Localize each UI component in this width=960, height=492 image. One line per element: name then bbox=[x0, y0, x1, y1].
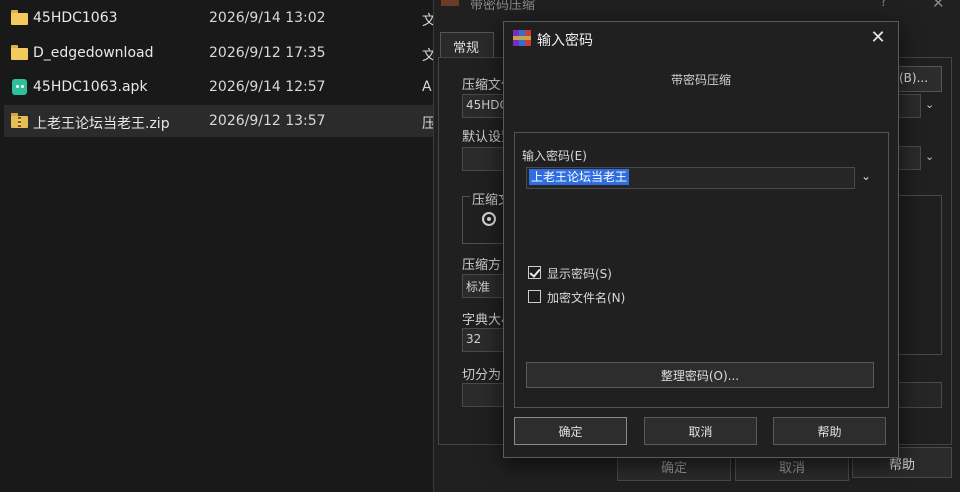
archive-ok-label: 确定 bbox=[660, 461, 687, 476]
archive-name-combo-tail[interactable] bbox=[897, 94, 921, 118]
chevron-down-icon[interactable]: ⌄ bbox=[858, 169, 874, 187]
split-label: 切分为 bbox=[462, 368, 502, 383]
apk-icon bbox=[11, 79, 28, 95]
options-listbox[interactable] bbox=[897, 195, 942, 355]
password-field-label: 输入密码(E) bbox=[522, 149, 587, 163]
help-icon[interactable]: ? bbox=[880, 0, 887, 10]
organize-passwords-label: 整理密码(O)... bbox=[660, 369, 740, 383]
file-name: D_edgedownload bbox=[33, 45, 154, 61]
file-date: 2026/9/14 12:57 bbox=[209, 79, 326, 95]
file-row[interactable]: D_edgedownload 2026/9/12 17:35 文 bbox=[4, 37, 440, 69]
ok-button-label: 确定 bbox=[558, 425, 583, 439]
cancel-button[interactable]: 取消 bbox=[644, 417, 757, 445]
archive-cancel-label: 取消 bbox=[778, 461, 805, 476]
method-select[interactable]: 标准 bbox=[462, 274, 508, 298]
folder-icon bbox=[11, 45, 28, 61]
file-name: 45HDC1063 bbox=[33, 10, 118, 26]
file-row[interactable]: 45HDC1063.apk 2026/9/14 12:57 A bbox=[4, 71, 440, 103]
cancel-button-label: 取消 bbox=[688, 425, 713, 439]
method-value: 标准 bbox=[466, 280, 491, 294]
file-row-selected[interactable]: 上老王论坛当老王.zip 2026/9/12 13:57 压 bbox=[4, 105, 440, 137]
file-date: 2026/9/14 13:02 bbox=[209, 10, 326, 26]
archive-dialog-title: 带密码压缩 bbox=[470, 0, 536, 13]
file-name: 上老王论坛当老王.zip bbox=[33, 116, 170, 132]
split-input[interactable] bbox=[462, 383, 508, 407]
encrypt-filenames-checkbox[interactable] bbox=[528, 290, 541, 303]
winrar-logo-icon bbox=[441, 0, 459, 6]
format-radio[interactable] bbox=[482, 212, 496, 226]
password-dialog-titlebar[interactable]: 输入密码 ✕ bbox=[504, 22, 898, 54]
show-password-checkbox[interactable] bbox=[528, 266, 541, 279]
file-list: 45HDC1063 2026/9/14 13:02 文 D_edgedownlo… bbox=[0, 0, 440, 492]
update-mode-select[interactable] bbox=[897, 146, 921, 170]
tab-general[interactable]: 常规 bbox=[440, 32, 494, 59]
options-button[interactable] bbox=[897, 382, 942, 408]
file-row[interactable]: 45HDC1063 2026/9/14 13:02 文 bbox=[4, 2, 440, 34]
close-icon[interactable]: ✕ bbox=[864, 25, 892, 51]
password-dialog-subtitle: 带密码压缩 bbox=[670, 73, 731, 87]
show-password-label[interactable]: 显示密码(S) bbox=[547, 265, 612, 282]
close-icon[interactable]: ✕ bbox=[932, 0, 945, 12]
file-name: 45HDC1063.apk bbox=[33, 79, 148, 95]
password-dialog: 输入密码 ✕ 带密码压缩 bbox=[503, 21, 899, 458]
chevron-down-icon[interactable]: ⌄ bbox=[925, 150, 934, 163]
winrar-logo-icon bbox=[513, 30, 531, 46]
browse-button-label: (B)... bbox=[899, 71, 929, 85]
ok-button[interactable]: 确定 bbox=[514, 417, 627, 445]
file-date: 2026/9/12 13:57 bbox=[209, 113, 326, 129]
archive-name-input[interactable]: 45HDC bbox=[462, 94, 508, 118]
password-dialog-title: 输入密码 bbox=[537, 33, 593, 49]
zip-icon bbox=[11, 113, 28, 129]
default-profile-select[interactable] bbox=[462, 147, 508, 171]
help-button[interactable]: 帮助 bbox=[773, 417, 886, 445]
method-label: 压缩方 bbox=[462, 258, 502, 273]
chevron-down-icon[interactable]: ⌄ bbox=[925, 98, 934, 111]
help-button-label: 帮助 bbox=[817, 425, 842, 439]
tab-general-label: 常规 bbox=[453, 41, 480, 56]
folder-icon bbox=[11, 10, 28, 26]
organize-passwords-button[interactable]: 整理密码(O)... bbox=[526, 362, 874, 388]
file-date: 2026/9/12 17:35 bbox=[209, 45, 326, 61]
dictionary-value: 32 bbox=[466, 332, 482, 346]
password-value: 上老王论坛当老王 bbox=[529, 169, 630, 185]
encrypt-filenames-label[interactable]: 加密文件名(N) bbox=[547, 289, 625, 306]
archive-name-value: 45HDC bbox=[466, 98, 508, 112]
browse-button[interactable]: (B)... bbox=[896, 66, 942, 92]
password-input[interactable]: 上老王论坛当老王 bbox=[526, 167, 855, 189]
dictionary-select[interactable]: 32 bbox=[462, 328, 508, 352]
